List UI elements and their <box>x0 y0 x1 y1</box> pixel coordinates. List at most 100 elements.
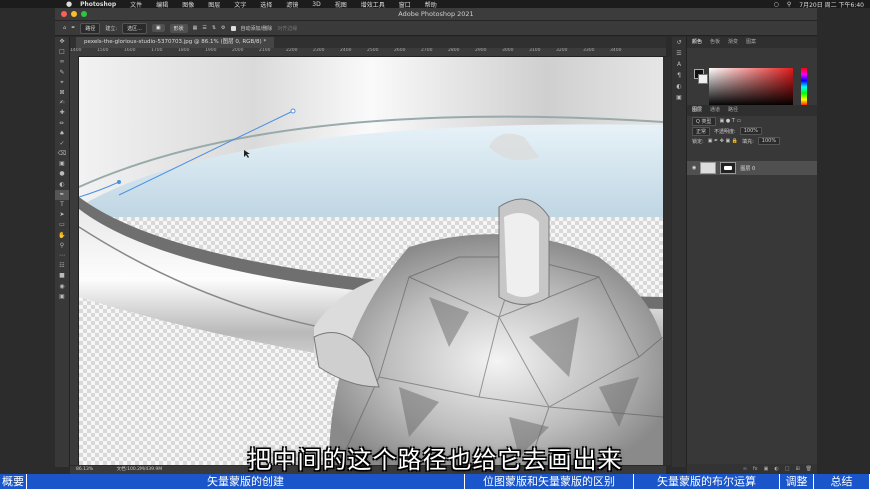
pen-tool-icon[interactable]: ✒ <box>71 25 75 31</box>
move-tool-icon[interactable]: ✥ <box>55 37 69 47</box>
ruler-tick-label: 2800 <box>448 48 460 53</box>
eraser-tool-icon[interactable]: ⌫ <box>55 149 69 159</box>
fill-input[interactable]: 100% <box>757 137 781 145</box>
crop-tool-icon[interactable]: ⌖ <box>55 78 69 88</box>
ruler-tick-label: 1900 <box>205 48 217 53</box>
path-handle[interactable] <box>290 108 296 114</box>
make-selection-button[interactable]: 选区... <box>122 22 147 34</box>
history-brush-icon[interactable]: ✓ <box>55 139 69 149</box>
chapter-adjust[interactable]: 调整 <box>780 474 814 489</box>
gear-icon[interactable]: ⚙ <box>221 25 225 31</box>
hue-slider[interactable] <box>801 68 807 106</box>
search-icon[interactable]: ⚲ <box>787 1 791 8</box>
layers-panel-tabs: 图层 通道 路径 <box>687 105 817 116</box>
pen-tool-sidebar-icon[interactable]: ✒ <box>55 189 69 200</box>
home-icon[interactable]: ⌂ <box>63 25 66 31</box>
tab-layers[interactable]: 图层 <box>692 105 702 116</box>
close-button[interactable] <box>61 11 67 17</box>
zoom-tool-icon[interactable]: ⚲ <box>55 241 69 251</box>
vertical-ruler[interactable] <box>70 56 79 465</box>
shape-button[interactable]: 形状 <box>169 23 188 33</box>
layer-row[interactable]: ◉ 图层 0 <box>687 161 817 175</box>
type-tool-icon[interactable]: T <box>55 200 69 210</box>
quick-mask-icon[interactable]: ◉ <box>55 282 69 292</box>
background-color-swatch[interactable] <box>698 74 708 84</box>
libraries-icon[interactable]: ▣ <box>672 92 686 103</box>
chapter-bitmap-vs-vector[interactable]: 位图蒙版和矢量蒙版的区别 <box>465 474 634 489</box>
auto-add-delete-checkbox[interactable] <box>230 25 236 31</box>
eye-icon[interactable]: ◉ <box>692 165 696 171</box>
color-picker-field[interactable] <box>709 68 793 106</box>
frame-tool-icon[interactable]: ⊠ <box>55 88 69 98</box>
eyedropper-tool-icon[interactable]: ✍ <box>55 98 69 108</box>
layer-name[interactable]: 图层 0 <box>740 165 755 172</box>
character-icon[interactable]: A <box>672 59 686 70</box>
blend-mode-dropdown[interactable]: 正常 <box>692 126 711 136</box>
paragraph-icon[interactable]: ¶ <box>672 70 686 81</box>
properties-icon[interactable]: ☰ <box>672 48 686 59</box>
vector-mask-thumbnail[interactable] <box>720 162 737 174</box>
tab-swatches[interactable]: 色板 <box>710 37 720 48</box>
mask-button[interactable]: ▣ <box>151 24 165 32</box>
history-icon[interactable]: ↺ <box>672 37 686 48</box>
color-panel <box>687 48 817 106</box>
tab-gradients[interactable]: 渐变 <box>728 37 738 48</box>
path-alignment-icon[interactable]: ☰ <box>202 25 206 31</box>
layer-thumbnail[interactable] <box>700 162 717 174</box>
screen-mode-icon[interactable]: ▣ <box>55 292 69 302</box>
layer-kind-dropdown[interactable]: Q 类型 <box>692 116 716 126</box>
dodge-tool-icon[interactable]: ◐ <box>55 180 69 190</box>
color-swatch-icon[interactable]: ■ <box>55 271 69 281</box>
options-bar: ⌂ ✒ 路径 建立: 选区... ▣ 形状 ▦ ☰ ⇅ ⚙ 自动添加/删除 对齐… <box>55 21 817 36</box>
tool-mode-dropdown[interactable]: 路径 <box>80 22 101 34</box>
ruler-tick-label: 2000 <box>232 48 244 53</box>
healing-tool-icon[interactable]: ✚ <box>55 108 69 118</box>
rectangle-tool-icon[interactable]: ▭ <box>55 220 69 230</box>
blur-tool-icon[interactable]: ● <box>55 169 69 179</box>
ruler-tick-label: 2200 <box>286 48 298 53</box>
document-tab[interactable]: pexels-the-glorious-studio-5370703.jpg @… <box>76 37 275 48</box>
lasso-tool-icon[interactable]: ∞ <box>55 57 69 67</box>
canvas[interactable] <box>79 57 663 465</box>
ruler-tick-label: 3400 <box>610 48 622 53</box>
chapter-boolean-ops[interactable]: 矢量蒙版的布尔运算 <box>634 474 780 489</box>
gradient-tool-icon[interactable]: ▣ <box>55 159 69 169</box>
brush-tool-icon[interactable]: ✏ <box>55 119 69 129</box>
right-edge <box>817 8 870 474</box>
ruler-tick-label: 3300 <box>583 48 595 53</box>
horizontal-ruler[interactable]: 1400 1500 1600 1700 1800 1900 2000 2100 2200 2300… <box>70 48 666 57</box>
tab-paths[interactable]: 路径 <box>728 105 738 116</box>
lock-icons[interactable]: ▣ ✒ ✥ ▣ 🔒 <box>708 138 738 144</box>
path-anchor-point[interactable] <box>117 180 121 184</box>
path-operations-icon[interactable]: ▦ <box>193 25 198 31</box>
ruler-tick-label: 1800 <box>178 48 190 53</box>
path-select-tool-icon[interactable]: ➤ <box>55 210 69 220</box>
tab-channels[interactable]: 通道 <box>710 105 720 116</box>
tab-color[interactable]: 颜色 <box>692 37 702 48</box>
filter-icons[interactable]: ▣ ● T ▭ <box>720 118 742 124</box>
wifi-icon[interactable]: ○ <box>774 1 779 8</box>
menu-item-3d[interactable]: 3D <box>312 1 320 8</box>
vertical-scrollbar[interactable] <box>663 57 671 465</box>
stamp-tool-icon[interactable]: ♠ <box>55 129 69 139</box>
ruler-ticks: 1400 1500 1600 1700 1800 1900 2000 2100 2200 2300… <box>70 48 637 53</box>
chapter-summary[interactable]: 总结 <box>814 474 870 489</box>
quick-select-tool-icon[interactable]: ✎ <box>55 68 69 78</box>
more-tools-icon[interactable]: ⋯ <box>55 251 69 261</box>
chapter-overview[interactable]: 概要 <box>0 474 27 489</box>
edit-toolbar-icon[interactable]: ☷ <box>55 261 69 271</box>
marquee-tool-icon[interactable]: □ <box>55 47 69 57</box>
menu-item-photoshop[interactable]: Photoshop <box>80 1 116 8</box>
path-arrangement-icon[interactable]: ⇅ <box>212 25 216 31</box>
tab-patterns[interactable]: 图案 <box>746 37 756 48</box>
minimize-button[interactable] <box>71 11 77 17</box>
opacity-input[interactable]: 100% <box>739 127 762 135</box>
zoom-button[interactable] <box>81 11 87 17</box>
apple-icon[interactable]: ● <box>66 0 72 8</box>
chapter-vector-mask-create[interactable]: 矢量蒙版的创建 <box>27 474 465 489</box>
hand-tool-icon[interactable]: ✋ <box>55 231 69 241</box>
tools-panel: ✥ □ ∞ ✎ ⌖ ⊠ ✍ ✚ ✏ ♠ ✓ ⌫ ▣ ● ◐ ✒ T ➤ ▭ ✋ … <box>55 37 70 467</box>
adjustments-icon[interactable]: ◐ <box>672 81 686 92</box>
blend-row: 正常 不透明度: 100% <box>687 126 817 136</box>
right-panel: 颜色 色板 渐变 图案 图层 通道 路径 Q 类型 ▣ ● T ▭ 正常 不透明… <box>687 37 817 474</box>
